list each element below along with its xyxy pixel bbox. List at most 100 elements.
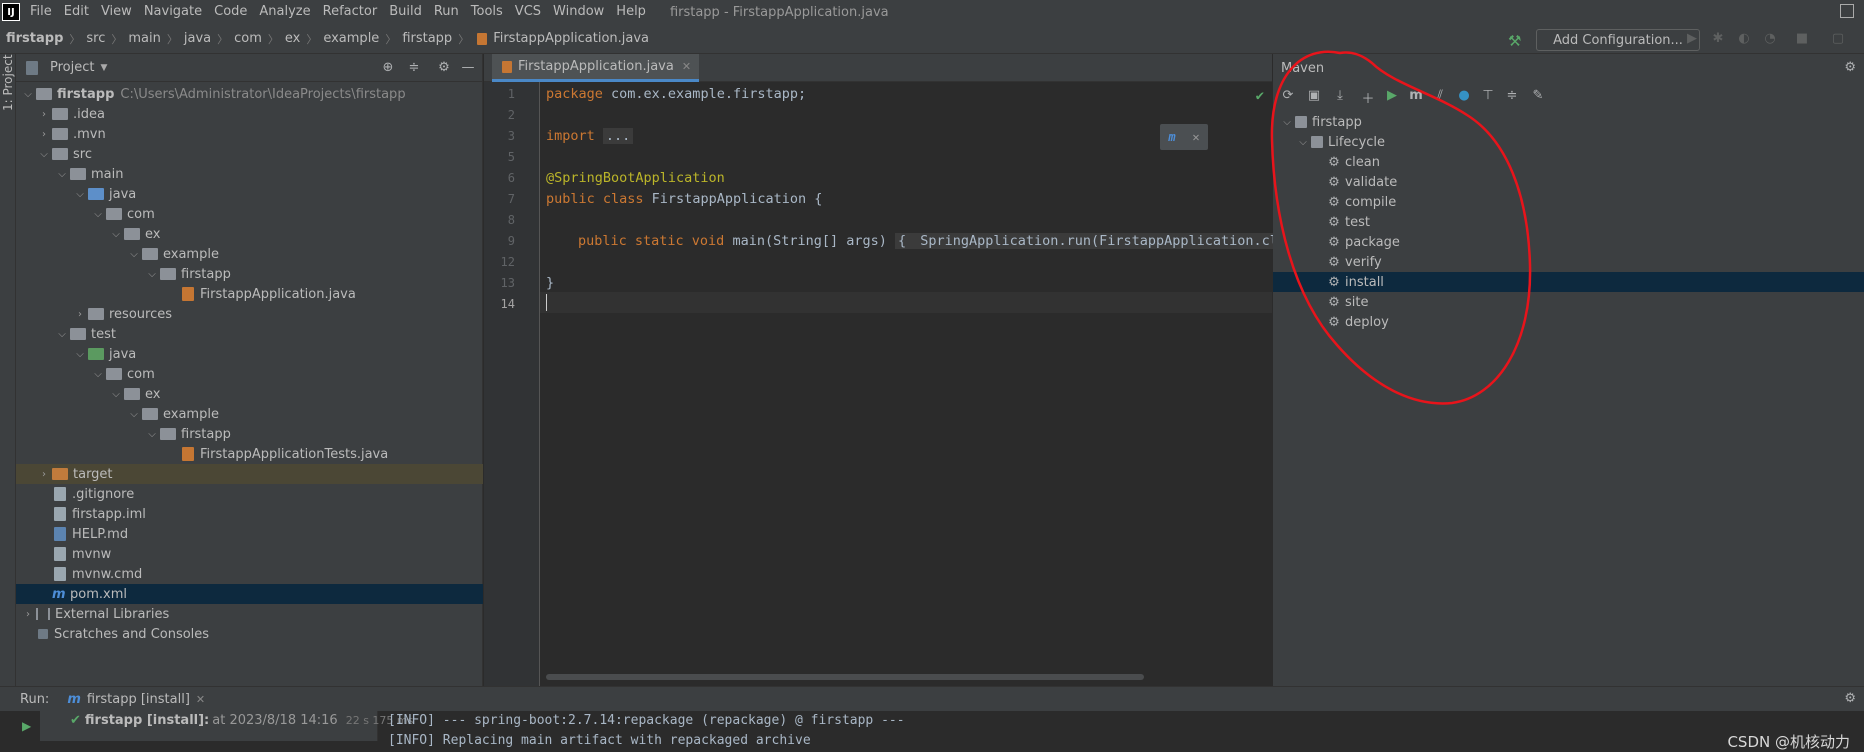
wrench-icon[interactable]: ✎ [1529,88,1547,106]
breadcrumb-item[interactable]: java [184,31,211,46]
lifecycle-phase-clean[interactable]: ⚙ clean [1273,152,1864,172]
tree-row[interactable]: ⌵ ex [16,384,483,404]
tree-row[interactable]: › .mvn [16,124,483,144]
lifecycle-phase-test[interactable]: ⚙ test [1273,212,1864,232]
rerun-icon[interactable]: ▶ [22,719,31,733]
tree-row[interactable]: ⌵ com [16,364,483,384]
close-icon[interactable]: ✕ [682,60,691,73]
lifecycle-phase-install[interactable]: ⚙ install [1273,272,1864,292]
close-icon[interactable]: ✕ [1192,130,1199,144]
generate-sources-icon[interactable]: ▣ [1305,88,1323,106]
add-icon[interactable]: ＋ [1359,88,1377,107]
gear-icon[interactable]: ⚙ [436,60,452,76]
maven-reload-icon[interactable]: m [1168,130,1175,144]
tree-row[interactable]: m pom.xml [16,584,483,604]
lifecycle-phase-site[interactable]: ⚙ site [1273,292,1864,312]
chevron-down-icon[interactable]: ▼ [100,63,107,73]
lifecycle-phase-package[interactable]: ⚙ package [1273,232,1864,252]
tree-row[interactable]: ⌵ src [16,144,483,164]
tab-firstapp-application[interactable]: FirstappApplication.java ✕ [492,54,700,82]
locate-icon[interactable]: ⊕ [380,60,396,76]
menu-tools[interactable]: Tools [465,0,509,24]
tree-row[interactable]: ⌵ java [16,184,483,204]
breadcrumb-item[interactable]: example [323,31,379,46]
tree-row[interactable]: › target [16,464,483,484]
breadcrumb-item[interactable]: com [234,31,262,46]
menu-edit[interactable]: Edit [58,0,95,24]
menu-refactor[interactable]: Refactor [317,0,384,24]
code-editor[interactable]: 1 2 3 5 6 7 8 9 12 13 14 package com.ex.… [484,82,1298,686]
tree-row[interactable]: › .idea [16,104,483,124]
menu-window[interactable]: Window [547,0,610,24]
tree-row[interactable]: .gitignore [16,484,483,504]
breadcrumb-item[interactable]: firstapp [6,31,63,46]
menu-code[interactable]: Code [208,0,253,24]
tree-row[interactable]: mvnw [16,544,483,564]
lifecycle-phase-compile[interactable]: ⚙ compile [1273,192,1864,212]
tree-row[interactable]: FirstappApplication.java [16,284,483,304]
stop-icon[interactable]: ■ [1794,31,1810,47]
menu-navigate[interactable]: Navigate [138,0,208,24]
menu-view[interactable]: View [95,0,138,24]
maven-project-node[interactable]: ⌵ firstapp [1273,112,1864,132]
debug-icon[interactable]: ✱ [1710,31,1726,47]
download-icon[interactable]: ⤓ [1331,88,1349,106]
maven-lifecycle-node[interactable]: ⌵ Lifecycle [1273,132,1864,152]
menu-help[interactable]: Help [610,0,652,24]
breadcrumb-item[interactable]: ex [285,31,300,46]
run-icon[interactable]: ▶ [1684,31,1700,47]
tree-row[interactable]: firstapp.iml [16,504,483,524]
tree-row[interactable]: HELP.md [16,524,483,544]
show-dependencies-icon[interactable]: ⊤ [1479,88,1497,106]
tree-row[interactable]: ⌵ firstapp [16,424,483,444]
tree-row[interactable]: ⌵ java [16,344,483,364]
run-tab[interactable]: m firstapp [install] ✕ [67,692,205,707]
lifecycle-phase-validate[interactable]: ⚙ validate [1273,172,1864,192]
tree-row[interactable]: ⌵ ex [16,224,483,244]
build-hammer-icon[interactable]: ⚒ [1508,32,1524,50]
run-status[interactable]: ✔ firstapp [install]: at 2023/8/18 14:16… [70,713,413,728]
add-configuration-button[interactable]: Add Configuration... [1536,29,1700,51]
collapse-all-icon[interactable]: ≑ [1503,88,1521,106]
restore-window-icon[interactable] [1840,4,1854,18]
tree-row[interactable]: mvnw.cmd [16,564,483,584]
profile-icon[interactable]: ◔ [1762,31,1778,47]
project-view-title[interactable]: Project [50,60,94,75]
menu-vcs[interactable]: VCS [509,0,547,24]
gear-icon[interactable]: ⚙ [1844,691,1856,706]
tree-row[interactable]: ⌵ test [16,324,483,344]
menu-run[interactable]: Run [428,0,465,24]
lifecycle-phase-verify[interactable]: ⚙ verify [1273,252,1864,272]
menu-build[interactable]: Build [383,0,428,24]
folded-body[interactable]: { [895,233,910,249]
tree-row[interactable]: ⌵ main [16,164,483,184]
maven-reload-popup[interactable]: m ✕ [1160,124,1208,150]
lifecycle-phase-deploy[interactable]: ⚙ deploy [1273,312,1864,332]
tree-row[interactable]: › resources [16,304,483,324]
reload-icon[interactable]: ⟳ [1279,88,1297,106]
tree-row[interactable]: ⌵ example [16,404,483,424]
breadcrumb-item[interactable]: firstapp [402,31,452,46]
breadcrumb-item[interactable]: main [128,31,160,46]
tree-row[interactable]: ⌵ example [16,244,483,264]
breadcrumb-item[interactable]: src [86,31,105,46]
toggle-offline-icon[interactable]: ⫽ [1431,88,1449,106]
close-icon[interactable]: ✕ [196,693,205,706]
check-icon[interactable]: ✔ [1256,88,1264,104]
tree-row[interactable]: ⌵ com [16,204,483,224]
collapse-all-icon[interactable]: ≑ [406,60,422,76]
coverage-icon[interactable]: ◐ [1736,31,1752,47]
tree-row[interactable]: › External Libraries [16,604,483,624]
breadcrumb-item[interactable]: FirstappApplication.java [493,31,649,46]
tree-row[interactable]: Scratches and Consoles [16,624,483,644]
menu-analyze[interactable]: Analyze [253,0,316,24]
tree-row[interactable]: FirstappApplicationTests.java [16,444,483,464]
execute-goal-icon[interactable]: m [1407,88,1425,106]
menu-file[interactable]: File [24,0,58,24]
folded-imports[interactable]: ... [602,128,634,144]
tree-row[interactable]: ⌵ firstapp [16,264,483,284]
gear-icon[interactable]: ⚙ [1844,60,1856,75]
search-everywhere-icon[interactable]: ▢ [1830,31,1846,47]
project-tool-button[interactable]: 1: Project [1,54,15,111]
skip-tests-icon[interactable]: ● [1455,88,1473,106]
